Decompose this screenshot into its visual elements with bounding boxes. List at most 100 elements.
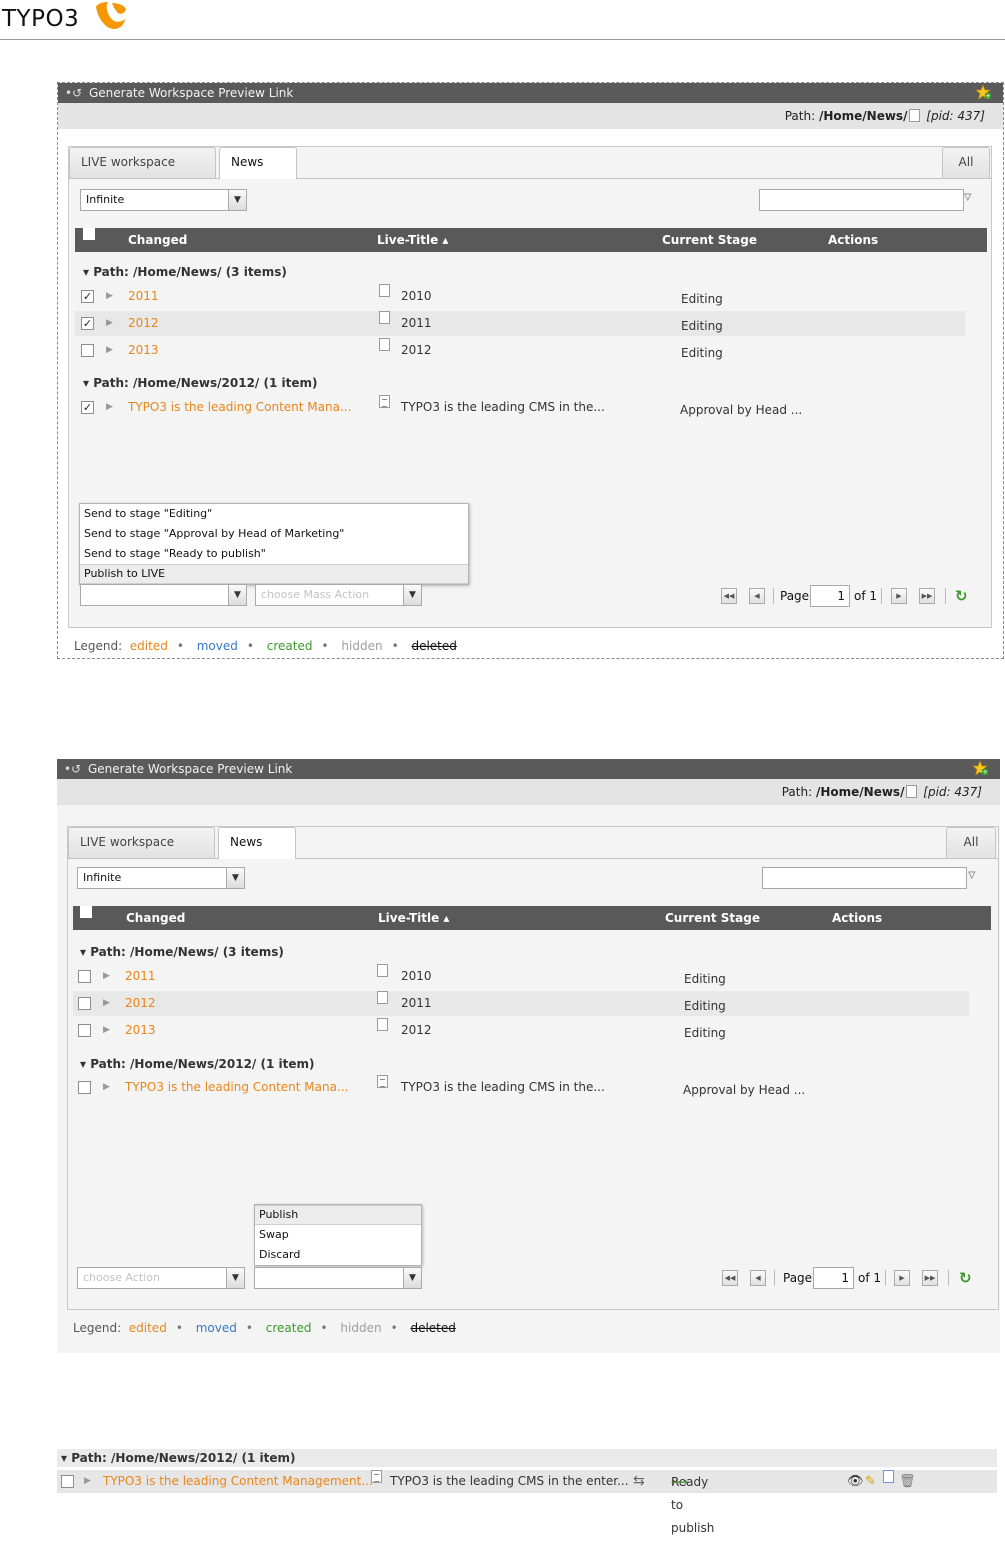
row-changed[interactable]: 2012	[125, 991, 156, 1016]
bookmark-star-icon[interactable]: +	[975, 84, 991, 103]
col-changed[interactable]: Changed	[126, 906, 185, 930]
row-checkbox[interactable]	[81, 344, 94, 357]
tab-news[interactable]: News	[219, 147, 297, 179]
generate-preview-link[interactable]: Generate Workspace Preview Link	[89, 86, 293, 100]
next-stage-arrow-icon[interactable]: ⟶	[671, 1471, 688, 1494]
tab-news[interactable]: News	[218, 827, 296, 859]
row-checkbox[interactable]: ✓	[81, 401, 94, 414]
chevron-down-icon[interactable]: ▼	[226, 868, 244, 888]
group-header[interactable]: ▾ Path: /Home/News/2012/ (1 item)	[80, 1057, 314, 1071]
next-page-icon[interactable]: ▶	[894, 1270, 910, 1286]
expand-caret-icon[interactable]: ▶	[106, 395, 113, 420]
expand-caret-icon[interactable]: ▶	[84, 1470, 91, 1493]
chevron-down-icon[interactable]: ▼	[403, 1268, 421, 1288]
filter-icon[interactable]: ▿	[968, 865, 976, 883]
menu-item-send-approval[interactable]: Send to stage "Approval by Head of Marke…	[80, 524, 468, 544]
menu-item-discard[interactable]: Discard	[255, 1245, 421, 1265]
table-row[interactable]: ✓ ▶ 2012 2011 Editing	[75, 311, 965, 336]
expand-caret-icon[interactable]: ▶	[106, 338, 113, 363]
table-row[interactable]: ✓ ▶ TYPO3 is the leading Content Mana...…	[75, 395, 965, 420]
row-changed[interactable]: 2011	[125, 964, 156, 989]
menu-item-publish-live[interactable]: Publish to LIVE	[80, 564, 468, 584]
page-input[interactable]: 1	[813, 1267, 854, 1289]
table-row[interactable]: ▶ 2013 2012 Editing	[75, 338, 965, 363]
menu-item-swap[interactable]: Swap	[255, 1225, 421, 1245]
table-row[interactable]: ▶ 2012 2011 Editing	[73, 991, 969, 1016]
col-current-stage[interactable]: Current Stage	[665, 906, 760, 930]
last-page-icon[interactable]: ▶▶	[922, 1270, 938, 1286]
preview-link-icon[interactable]: •↺	[65, 86, 82, 100]
row-checkbox[interactable]: ✓	[81, 317, 94, 330]
expand-caret-icon[interactable]: ▶	[106, 311, 113, 336]
refresh-icon[interactable]: ↻	[959, 1267, 972, 1289]
col-live-title[interactable]: Live-Title ▴	[378, 906, 449, 930]
row-changed[interactable]: 2012	[128, 311, 159, 336]
chevron-down-icon[interactable]: ▼	[228, 585, 246, 605]
expand-caret-icon[interactable]: ▶	[106, 284, 113, 309]
row-checkbox[interactable]	[61, 1475, 74, 1488]
filter-icon[interactable]: ▿	[964, 187, 972, 205]
col-changed[interactable]: Changed	[128, 228, 187, 252]
tab-all[interactable]: All	[946, 827, 996, 858]
edit-pencil-icon[interactable]: ✎	[865, 1470, 876, 1493]
swap-icon[interactable]: ⇆	[633, 1470, 645, 1493]
expand-caret-icon[interactable]: ▶	[103, 991, 110, 1016]
refresh-icon[interactable]: ↻	[955, 585, 968, 607]
preview-eye-icon[interactable]: 👁	[847, 1470, 864, 1493]
mass-action-select[interactable]: choose Mass Action ▼	[255, 584, 422, 606]
col-current-stage[interactable]: Current Stage	[662, 228, 757, 252]
bookmark-star-icon[interactable]: +	[972, 760, 988, 779]
action-select[interactable]: choose Action ▼	[77, 1267, 245, 1289]
mass-action-menu[interactable]: Publish Swap Discard	[254, 1204, 422, 1266]
menu-item-send-ready[interactable]: Send to stage "Ready to publish"	[80, 544, 468, 564]
menu-item-send-editing[interactable]: Send to stage "Editing"	[80, 504, 468, 524]
tab-live-workspace[interactable]: LIVE workspace	[68, 827, 215, 858]
last-page-icon[interactable]: ▶▶	[919, 588, 935, 604]
row-changed[interactable]: 2011	[128, 284, 159, 309]
group-header[interactable]: ▾ Path: /Home/News/ (3 items)	[83, 265, 287, 279]
select-all-checkbox[interactable]	[83, 228, 95, 240]
row-checkbox[interactable]	[78, 970, 91, 983]
tab-live-workspace[interactable]: LIVE workspace	[69, 147, 216, 178]
row-checkbox[interactable]: ✓	[81, 290, 94, 303]
row-checkbox[interactable]	[78, 1024, 91, 1037]
page-input[interactable]: 1	[810, 585, 850, 607]
expand-caret-icon[interactable]: ▶	[103, 1018, 110, 1043]
row-changed[interactable]: 2013	[128, 338, 159, 363]
row-changed[interactable]: TYPO3 is the leading Content Mana...	[128, 395, 351, 420]
row-changed[interactable]: 2013	[125, 1018, 156, 1043]
delete-trash-icon[interactable]: 🗑	[899, 1470, 916, 1493]
menu-item-publish[interactable]: Publish	[255, 1205, 421, 1225]
first-page-icon[interactable]: ◀◀	[721, 588, 737, 604]
first-page-icon[interactable]: ◀◀	[722, 1270, 738, 1286]
mass-action-select[interactable]: ▼	[254, 1267, 422, 1289]
row-checkbox[interactable]	[78, 1081, 91, 1094]
col-live-title[interactable]: Live-Title ▴	[377, 228, 448, 252]
table-row[interactable]: ✓ ▶ 2011 2010 Editing	[75, 284, 965, 309]
row-checkbox[interactable]	[78, 997, 91, 1010]
tab-all[interactable]: All	[942, 147, 990, 178]
prev-page-icon[interactable]: ◀	[749, 588, 765, 604]
expand-caret-icon[interactable]: ▶	[103, 964, 110, 989]
chevron-down-icon[interactable]: ▼	[403, 585, 421, 605]
table-row[interactable]: ▶ TYPO3 is the leading Content Managemen…	[57, 1470, 997, 1535]
group-header[interactable]: ▾ Path: /Home/News/2012/ (1 item)	[83, 376, 317, 390]
depth-select[interactable]: Infinite ▼	[77, 867, 245, 889]
table-row[interactable]: ▶ 2011 2010 Editing	[73, 964, 969, 989]
chevron-down-icon[interactable]: ▼	[228, 190, 246, 210]
row-changed[interactable]: TYPO3 is the leading Content Mana...	[125, 1075, 348, 1100]
stage-action-menu[interactable]: Send to stage "Editing" Send to stage "A…	[79, 503, 469, 585]
expand-caret-icon[interactable]: ▶	[103, 1075, 110, 1100]
next-page-icon[interactable]: ▶	[891, 588, 907, 604]
search-input[interactable]	[759, 189, 964, 211]
group-header[interactable]: ▾ Path: /Home/News/ (3 items)	[80, 945, 284, 959]
group-header[interactable]: ▾ Path: /Home/News/2012/ (1 item)	[57, 1449, 997, 1467]
select-all-checkbox[interactable]	[80, 906, 92, 918]
prev-page-icon[interactable]: ◀	[750, 1270, 766, 1286]
chevron-down-icon[interactable]: ▼	[226, 1268, 244, 1288]
action-select[interactable]: ▼	[80, 584, 247, 606]
search-input[interactable]	[762, 867, 967, 889]
depth-select[interactable]: Infinite ▼	[80, 189, 247, 211]
table-row[interactable]: ▶ TYPO3 is the leading Content Mana... T…	[73, 1075, 969, 1100]
generate-preview-link[interactable]: Generate Workspace Preview Link	[88, 762, 292, 776]
